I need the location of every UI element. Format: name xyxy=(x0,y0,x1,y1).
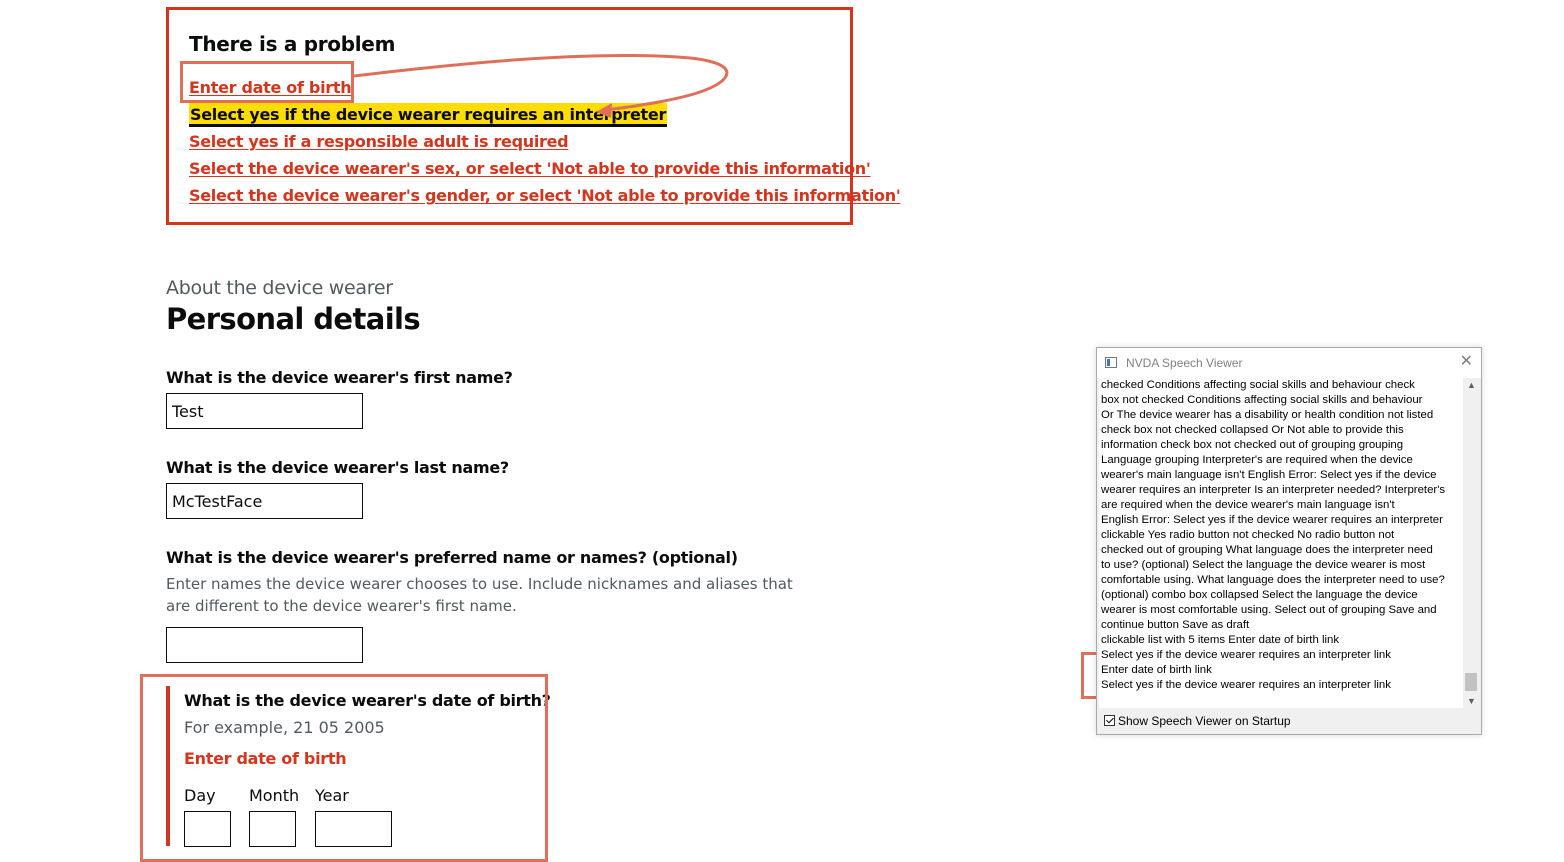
preferred-name-input[interactable] xyxy=(166,627,363,663)
dob-error-message: Enter date of birth xyxy=(184,749,347,768)
nvda-speech-line: continue button Save as draft xyxy=(1101,619,1250,631)
checkbox-checked-icon[interactable] xyxy=(1104,715,1115,726)
show-on-startup-checkbox[interactable]: Show Speech Viewer on Startup xyxy=(1104,714,1291,728)
nvda-speech-line: Enter date of birth link xyxy=(1101,664,1212,676)
scrollbar-thumb[interactable] xyxy=(1465,673,1477,691)
nvda-speech-line: Select yes if the device wearer requires… xyxy=(1101,679,1391,691)
last-name-input[interactable] xyxy=(166,483,363,519)
nvda-speech-line: information check box not checked out of… xyxy=(1101,439,1404,451)
nvda-speech-line: checked Conditions affecting social skil… xyxy=(1101,379,1415,391)
nvda-speech-log[interactable]: checked Conditions affecting social skil… xyxy=(1099,378,1463,708)
error-summary-item: Select the device wearer's gender, or se… xyxy=(189,184,901,211)
year-input[interactable] xyxy=(315,811,392,847)
nvda-scrollbar[interactable]: ▲ ▼ xyxy=(1463,378,1479,708)
error-summary-item: Select yes if a responsible adult is req… xyxy=(189,130,900,157)
page-title: Personal details xyxy=(166,302,421,336)
nvda-speech-line: to use? (optional) Select the language t… xyxy=(1101,559,1426,571)
first-name-input[interactable] xyxy=(166,393,363,429)
first-name-label: What is the device wearer's first name? xyxy=(166,368,513,387)
nvda-speech-line: checked out of grouping What language do… xyxy=(1101,544,1433,556)
nvda-speech-text: checked Conditions affecting social skil… xyxy=(1101,378,1463,693)
year-label: Year xyxy=(315,786,349,805)
error-link-interpreter[interactable]: Select yes if the device wearer requires… xyxy=(189,105,668,124)
close-icon[interactable]: ✕ xyxy=(1460,352,1473,372)
last-name-label: What is the device wearer's last name? xyxy=(166,458,509,477)
day-label: Day xyxy=(184,786,216,805)
nvda-speech-line: comfortable using. What language does th… xyxy=(1101,574,1445,586)
dob-error-bar xyxy=(166,686,170,846)
error-link-sex[interactable]: Select the device wearer's sex, or selec… xyxy=(189,159,871,178)
error-summary-title: There is a problem xyxy=(189,32,396,56)
nvda-speech-line: Language grouping Interpreter's are requ… xyxy=(1101,454,1413,466)
error-summary-item: Select yes if the device wearer requires… xyxy=(189,103,900,130)
error-summary-item: Select the device wearer's sex, or selec… xyxy=(189,157,900,184)
month-label: Month xyxy=(249,786,300,805)
nvda-speech-line: wearer's main language isn't English Err… xyxy=(1101,469,1437,481)
error-summary: There is a problem Enter date of birth S… xyxy=(166,7,901,225)
error-summary-list: Enter date of birth Select yes if the de… xyxy=(189,76,901,211)
preferred-name-label: What is the device wearer's preferred na… xyxy=(166,548,738,567)
error-link-date-of-birth[interactable]: Enter date of birth xyxy=(189,78,352,97)
nvda-speech-line: clickable list with 5 items Enter date o… xyxy=(1101,634,1340,646)
month-input[interactable] xyxy=(249,811,296,847)
error-summary-item: Enter date of birth xyxy=(189,76,900,103)
nvda-speech-line: are required when the device wearer's ma… xyxy=(1101,499,1395,511)
scroll-down-icon[interactable]: ▼ xyxy=(1467,696,1476,706)
nvda-speech-line: wearer requires an interpreter Is an int… xyxy=(1101,484,1446,496)
dob-label: What is the device wearer's date of birt… xyxy=(184,691,551,710)
nvda-window-title: NVDA Speech Viewer xyxy=(1126,356,1243,370)
show-on-startup-label: Show Speech Viewer on Startup xyxy=(1118,714,1291,728)
nvda-speech-line: box not checked Conditions affecting soc… xyxy=(1101,394,1423,406)
page-caption: About the device wearer xyxy=(166,277,393,299)
app-window-icon xyxy=(1105,357,1117,368)
nvda-speech-line: (optional) combo box collapsed Select th… xyxy=(1101,589,1418,601)
nvda-speech-viewer-window: NVDA Speech Viewer ✕ checked Conditions … xyxy=(1096,347,1482,735)
nvda-speech-line: English Error: Select yes if the device … xyxy=(1101,514,1443,526)
nvda-speech-line: check box not checked collapsed Or Not a… xyxy=(1101,424,1404,436)
nvda-speech-line: Or The device wearer has a disability or… xyxy=(1101,409,1434,421)
scroll-up-icon[interactable]: ▲ xyxy=(1467,380,1476,390)
day-input[interactable] xyxy=(184,811,231,847)
error-link-gender[interactable]: Select the device wearer's gender, or se… xyxy=(189,186,901,205)
dob-hint: For example, 21 05 2005 xyxy=(184,718,385,737)
nvda-speech-line: clickable Yes radio button not checked N… xyxy=(1101,529,1395,541)
nvda-speech-line: Select yes if the device wearer requires… xyxy=(1101,649,1391,661)
preferred-name-hint: Enter names the device wearer chooses to… xyxy=(166,575,793,615)
error-link-responsible-adult[interactable]: Select yes if a responsible adult is req… xyxy=(189,132,569,151)
nvda-titlebar: NVDA Speech Viewer ✕ xyxy=(1097,348,1481,378)
nvda-speech-line: wearer is most comfortable using. Select… xyxy=(1101,604,1437,616)
